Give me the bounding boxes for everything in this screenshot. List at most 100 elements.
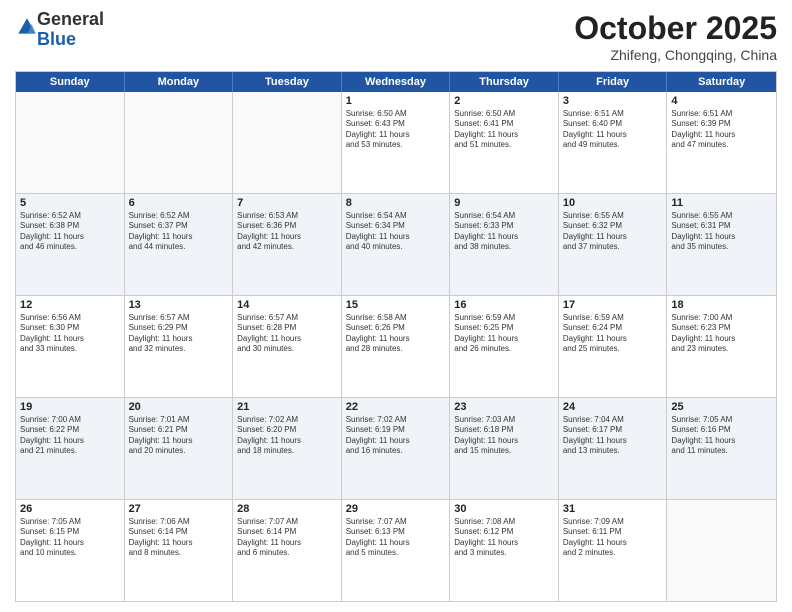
cal-cell: 20 Sunrise: 7:01 AM Sunset: 6:21 PM Dayli…	[125, 398, 234, 499]
day-number: 18	[671, 299, 772, 311]
day-number: 10	[563, 197, 663, 209]
cal-cell: 24 Sunrise: 7:04 AM Sunset: 6:17 PM Dayli…	[559, 398, 668, 499]
cell-info: Sunrise: 6:52 AM Sunset: 6:37 PM Dayligh…	[129, 211, 229, 253]
cell-info: Sunrise: 6:56 AM Sunset: 6:30 PM Dayligh…	[20, 313, 120, 355]
cal-cell: 2 Sunrise: 6:50 AM Sunset: 6:41 PM Daylig…	[450, 92, 559, 193]
calendar-row-5: 26Sunrise: 7:05 AM Sunset: 6:15 PM Dayli…	[16, 499, 776, 601]
calendar-body: 1Sunrise: 6:50 AM Sunset: 6:43 PM Daylig…	[16, 92, 776, 601]
cal-cell: 6 Sunrise: 6:52 AM Sunset: 6:37 PM Daylig…	[125, 194, 234, 295]
cal-cell: 21Sunrise: 7:02 AM Sunset: 6:20 PM Dayli…	[233, 398, 342, 499]
cell-info: Sunrise: 7:00 AM Sunset: 6:23 PM Dayligh…	[671, 313, 772, 355]
day-number: 5	[20, 197, 120, 209]
day-number: 4	[671, 95, 772, 107]
header: General Blue October 2025 Zhifeng, Chong…	[15, 10, 777, 63]
cell-info: Sunrise: 7:09 AM Sunset: 6:11 PM Dayligh…	[563, 517, 663, 559]
cell-info: Sunrise: 6:50 AM Sunset: 6:41 PM Dayligh…	[454, 109, 554, 151]
day-number: 22	[346, 401, 446, 413]
month-title: October 2025	[574, 10, 777, 47]
cal-cell: 23 Sunrise: 7:03 AM Sunset: 6:18 PM Dayli…	[450, 398, 559, 499]
cal-cell: 3Sunrise: 6:51 AM Sunset: 6:40 PM Daylig…	[559, 92, 668, 193]
cal-cell: 22 Sunrise: 7:02 AM Sunset: 6:19 PM Dayli…	[342, 398, 451, 499]
cell-info: Sunrise: 6:57 AM Sunset: 6:29 PM Dayligh…	[129, 313, 229, 355]
cell-info: Sunrise: 6:58 AM Sunset: 6:26 PM Dayligh…	[346, 313, 446, 355]
cal-cell: 18 Sunrise: 7:00 AM Sunset: 6:23 PM Dayli…	[667, 296, 776, 397]
cal-cell: 11Sunrise: 6:55 AM Sunset: 6:31 PM Dayli…	[667, 194, 776, 295]
calendar-row-3: 12Sunrise: 6:56 AM Sunset: 6:30 PM Dayli…	[16, 295, 776, 397]
cell-info: Sunrise: 6:54 AM Sunset: 6:34 PM Dayligh…	[346, 211, 446, 253]
day-number: 2	[454, 95, 554, 107]
cal-cell: 5 Sunrise: 6:52 AM Sunset: 6:38 PM Daylig…	[16, 194, 125, 295]
day-number: 20	[129, 401, 229, 413]
cal-cell: 9 Sunrise: 6:54 AM Sunset: 6:33 PM Daylig…	[450, 194, 559, 295]
cell-info: Sunrise: 6:55 AM Sunset: 6:32 PM Dayligh…	[563, 211, 663, 253]
day-number: 11	[671, 197, 772, 209]
day-number: 13	[129, 299, 229, 311]
cal-cell: 7Sunrise: 6:53 AM Sunset: 6:36 PM Daylig…	[233, 194, 342, 295]
day-number: 9	[454, 197, 554, 209]
calendar-row-4: 19 Sunrise: 7:00 AM Sunset: 6:22 PM Dayli…	[16, 397, 776, 499]
day-number: 23	[454, 401, 554, 413]
cal-cell: 12Sunrise: 6:56 AM Sunset: 6:30 PM Dayli…	[16, 296, 125, 397]
cell-info: Sunrise: 6:59 AM Sunset: 6:24 PM Dayligh…	[563, 313, 663, 355]
cal-cell	[667, 500, 776, 601]
cal-cell: 19 Sunrise: 7:00 AM Sunset: 6:22 PM Dayli…	[16, 398, 125, 499]
cal-cell: 15Sunrise: 6:58 AM Sunset: 6:26 PM Dayli…	[342, 296, 451, 397]
cal-cell: 10 Sunrise: 6:55 AM Sunset: 6:32 PM Dayli…	[559, 194, 668, 295]
day-number: 16	[454, 299, 554, 311]
cell-info: Sunrise: 7:06 AM Sunset: 6:14 PM Dayligh…	[129, 517, 229, 559]
header-day-sunday: Sunday	[16, 72, 125, 92]
logo-blue: Blue	[37, 29, 76, 49]
cal-cell: 1Sunrise: 6:50 AM Sunset: 6:43 PM Daylig…	[342, 92, 451, 193]
cell-info: Sunrise: 7:00 AM Sunset: 6:22 PM Dayligh…	[20, 415, 120, 457]
header-day-saturday: Saturday	[667, 72, 776, 92]
cal-cell: 31 Sunrise: 7:09 AM Sunset: 6:11 PM Dayli…	[559, 500, 668, 601]
day-number: 24	[563, 401, 663, 413]
header-day-friday: Friday	[559, 72, 668, 92]
cell-info: Sunrise: 7:02 AM Sunset: 6:19 PM Dayligh…	[346, 415, 446, 457]
day-number: 8	[346, 197, 446, 209]
calendar-row-1: 1Sunrise: 6:50 AM Sunset: 6:43 PM Daylig…	[16, 92, 776, 193]
cal-cell	[125, 92, 234, 193]
day-number: 6	[129, 197, 229, 209]
day-number: 25	[671, 401, 772, 413]
cell-info: Sunrise: 6:50 AM Sunset: 6:43 PM Dayligh…	[346, 109, 446, 151]
cal-cell: 25Sunrise: 7:05 AM Sunset: 6:16 PM Dayli…	[667, 398, 776, 499]
logo-text: General Blue	[37, 10, 104, 50]
cal-cell: 29Sunrise: 7:07 AM Sunset: 6:13 PM Dayli…	[342, 500, 451, 601]
cell-info: Sunrise: 7:04 AM Sunset: 6:17 PM Dayligh…	[563, 415, 663, 457]
day-number: 17	[563, 299, 663, 311]
day-number: 28	[237, 503, 337, 515]
header-day-tuesday: Tuesday	[233, 72, 342, 92]
cal-cell: 16Sunrise: 6:59 AM Sunset: 6:25 PM Dayli…	[450, 296, 559, 397]
cal-cell: 14 Sunrise: 6:57 AM Sunset: 6:28 PM Dayli…	[233, 296, 342, 397]
cal-cell: 8 Sunrise: 6:54 AM Sunset: 6:34 PM Daylig…	[342, 194, 451, 295]
day-number: 14	[237, 299, 337, 311]
calendar-header: SundayMondayTuesdayWednesdayThursdayFrid…	[16, 72, 776, 92]
calendar-row-2: 5 Sunrise: 6:52 AM Sunset: 6:38 PM Daylig…	[16, 193, 776, 295]
day-number: 31	[563, 503, 663, 515]
cell-info: Sunrise: 7:01 AM Sunset: 6:21 PM Dayligh…	[129, 415, 229, 457]
header-day-thursday: Thursday	[450, 72, 559, 92]
day-number: 30	[454, 503, 554, 515]
cell-info: Sunrise: 6:57 AM Sunset: 6:28 PM Dayligh…	[237, 313, 337, 355]
title-block: October 2025 Zhifeng, Chongqing, China	[574, 10, 777, 63]
cal-cell	[233, 92, 342, 193]
cal-cell	[16, 92, 125, 193]
cal-cell: 28 Sunrise: 7:07 AM Sunset: 6:14 PM Dayli…	[233, 500, 342, 601]
logo-icon	[17, 17, 37, 37]
header-day-monday: Monday	[125, 72, 234, 92]
cell-info: Sunrise: 6:54 AM Sunset: 6:33 PM Dayligh…	[454, 211, 554, 253]
day-number: 19	[20, 401, 120, 413]
cal-cell: 27Sunrise: 7:06 AM Sunset: 6:14 PM Dayli…	[125, 500, 234, 601]
cell-info: Sunrise: 6:53 AM Sunset: 6:36 PM Dayligh…	[237, 211, 337, 253]
cell-info: Sunrise: 6:51 AM Sunset: 6:39 PM Dayligh…	[671, 109, 772, 151]
cell-info: Sunrise: 7:03 AM Sunset: 6:18 PM Dayligh…	[454, 415, 554, 457]
cal-cell: 13 Sunrise: 6:57 AM Sunset: 6:29 PM Dayli…	[125, 296, 234, 397]
cell-info: Sunrise: 6:52 AM Sunset: 6:38 PM Dayligh…	[20, 211, 120, 253]
logo-general: General	[37, 9, 104, 29]
logo: General Blue	[15, 10, 104, 50]
cell-info: Sunrise: 7:05 AM Sunset: 6:15 PM Dayligh…	[20, 517, 120, 559]
cell-info: Sunrise: 7:07 AM Sunset: 6:14 PM Dayligh…	[237, 517, 337, 559]
day-number: 3	[563, 95, 663, 107]
cell-info: Sunrise: 7:07 AM Sunset: 6:13 PM Dayligh…	[346, 517, 446, 559]
